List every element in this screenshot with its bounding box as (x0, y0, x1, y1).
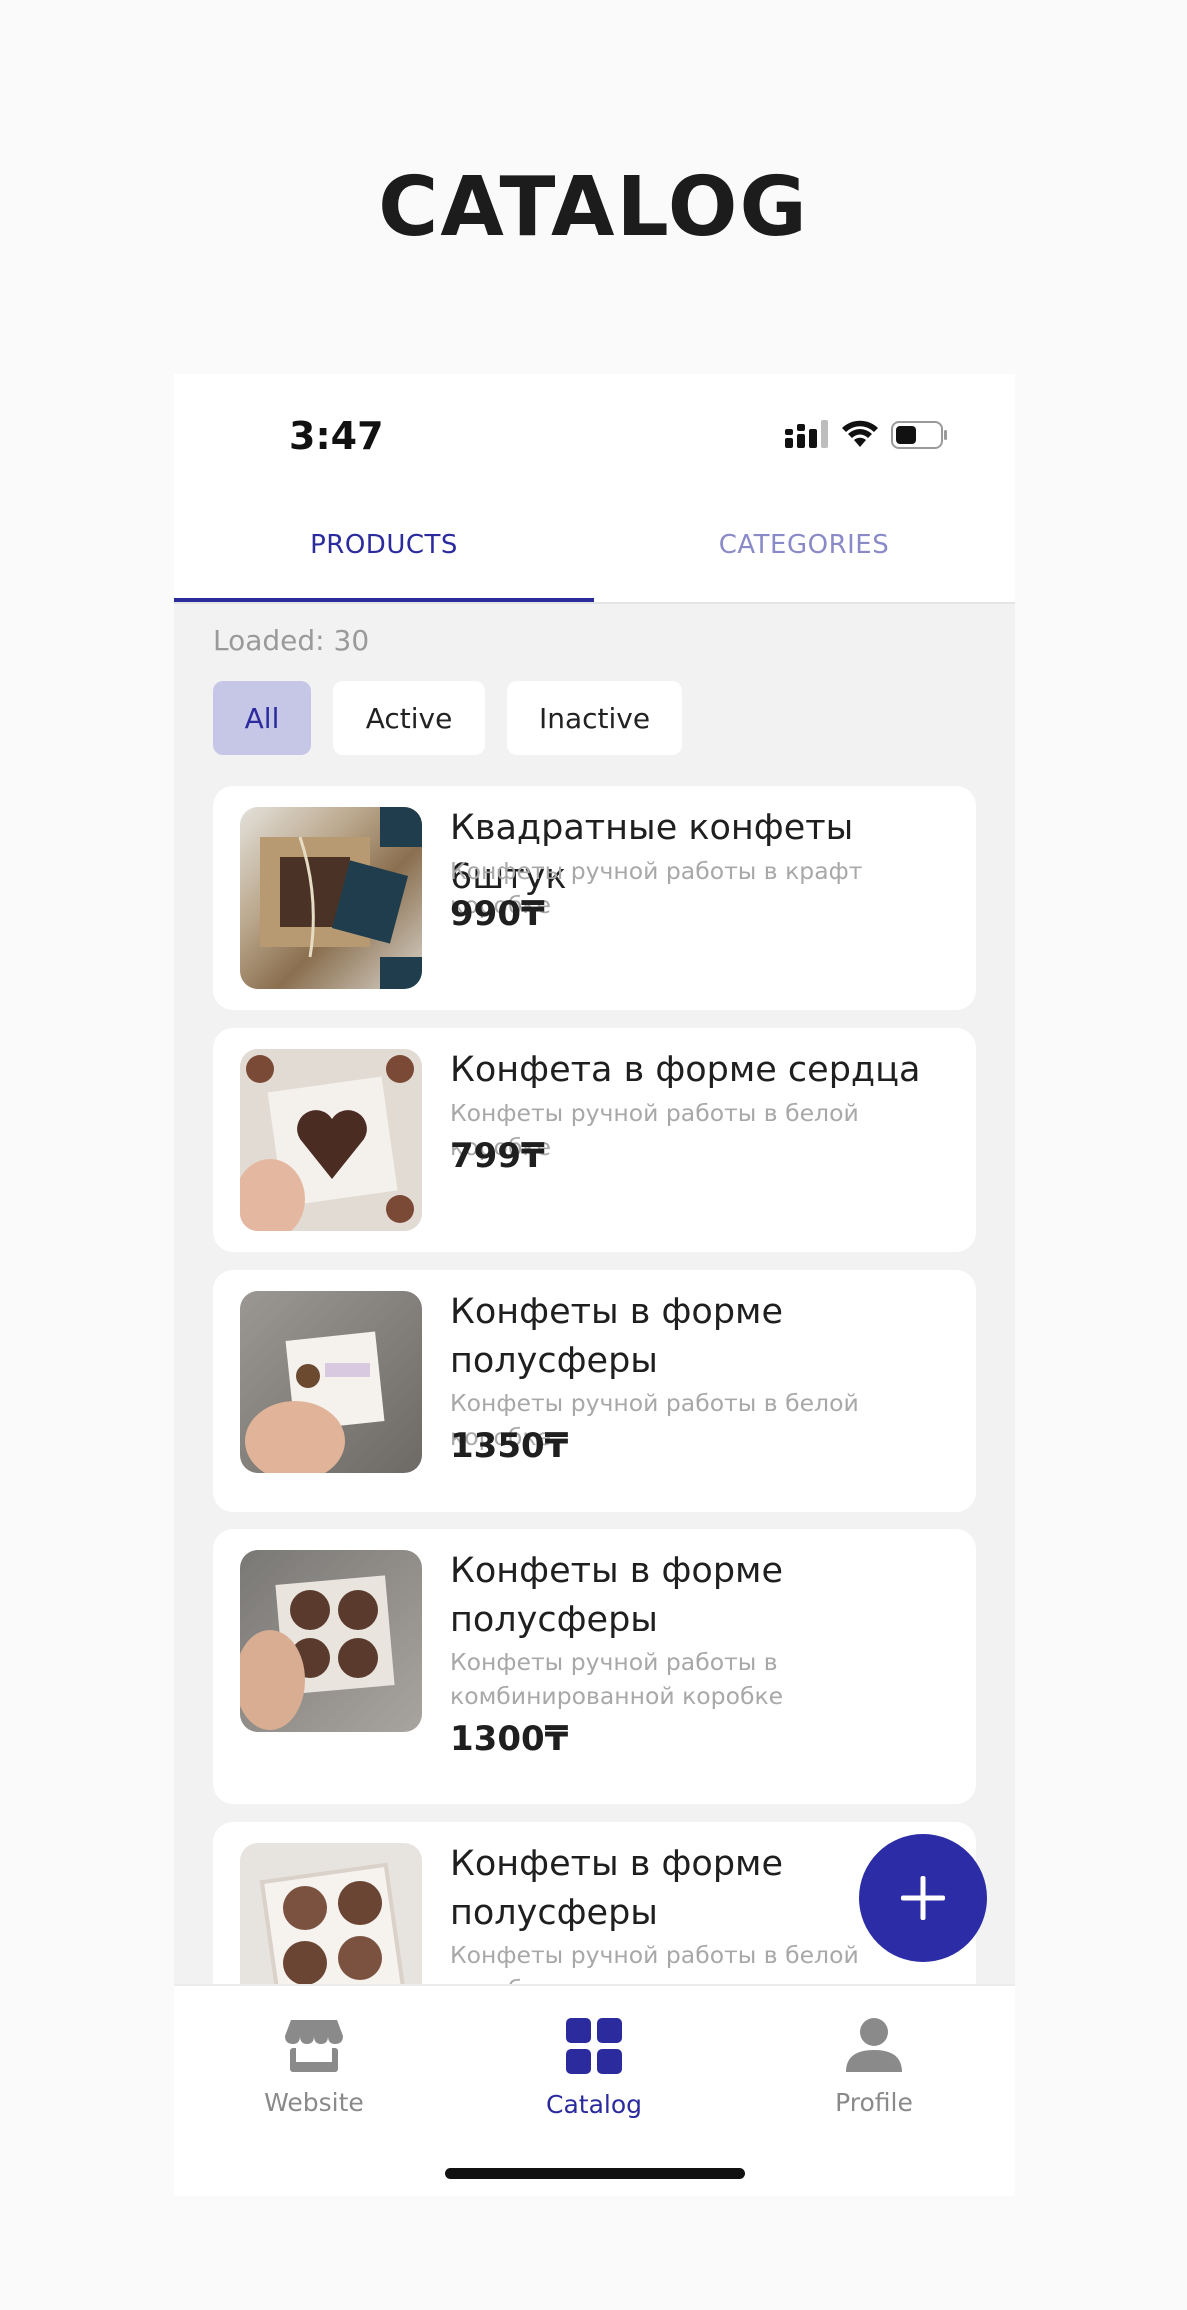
nav-catalog[interactable]: Catalog (454, 2016, 734, 2119)
grid-icon (566, 2018, 622, 2074)
product-card[interactable]: Конфеты в форме полусферы Конфеты ручной… (213, 1270, 976, 1512)
nav-label: Website (264, 2088, 364, 2117)
product-image (240, 1291, 422, 1473)
product-title: Конфета в форме сердца (450, 1050, 921, 1090)
bottom-navigation: Website Catalog Profile (174, 1984, 1015, 2196)
cellular-signal-icon (785, 420, 828, 448)
tab-categories[interactable]: CATEGORIES (594, 490, 1014, 600)
phone-screen: 3:47 PRODUCTS CATEGORIES Loaded: 30 All … (174, 374, 1015, 2196)
product-price: 1300₸ (450, 1719, 569, 1759)
nav-label: Profile (835, 2088, 913, 2117)
wifi-icon (842, 420, 878, 447)
nav-profile[interactable]: Profile (734, 2016, 1014, 2117)
plus-icon (901, 1876, 945, 1920)
product-price: 799₸ (450, 1136, 545, 1176)
active-tab-indicator (174, 598, 594, 602)
storefront-icon (285, 2020, 343, 2072)
filter-all[interactable]: All (213, 681, 311, 755)
nav-label: Catalog (545, 2090, 642, 2119)
page-title: CATALOG (378, 160, 809, 255)
product-image (240, 1049, 422, 1231)
product-card[interactable]: Квадратные конфеты 6штук Конфеты ручной … (213, 786, 976, 1010)
product-card[interactable]: Конфеты в форме полусферы Конфеты ручной… (213, 1529, 976, 1804)
loaded-count: Loaded: 30 (213, 624, 370, 657)
product-price: 1350₸ (450, 1426, 569, 1466)
product-title: Конфеты в форме полусферы (450, 1551, 783, 1640)
product-image (240, 807, 422, 989)
product-image (240, 1550, 422, 1732)
person-icon (846, 2018, 902, 2072)
add-product-button[interactable] (859, 1834, 987, 1962)
home-indicator (445, 2168, 745, 2179)
battery-icon (891, 421, 947, 449)
tab-bar: PRODUCTS CATEGORIES (174, 490, 1015, 604)
tab-products[interactable]: PRODUCTS (174, 490, 594, 600)
filter-active[interactable]: Active (333, 681, 485, 755)
product-title: Конфеты в форме полусферы (450, 1292, 783, 1381)
status-time: 3:47 (289, 414, 384, 458)
product-description: Конфеты ручной работы в комбинированной … (450, 1648, 784, 1710)
status-icons (785, 418, 949, 452)
filter-inactive[interactable]: Inactive (507, 681, 682, 755)
status-bar: 3:47 (174, 374, 1015, 490)
product-card[interactable]: Конфета в форме сердца Конфеты ручной ра… (213, 1028, 976, 1252)
nav-website[interactable]: Website (174, 2016, 454, 2117)
product-price: 990₸ (450, 894, 545, 934)
